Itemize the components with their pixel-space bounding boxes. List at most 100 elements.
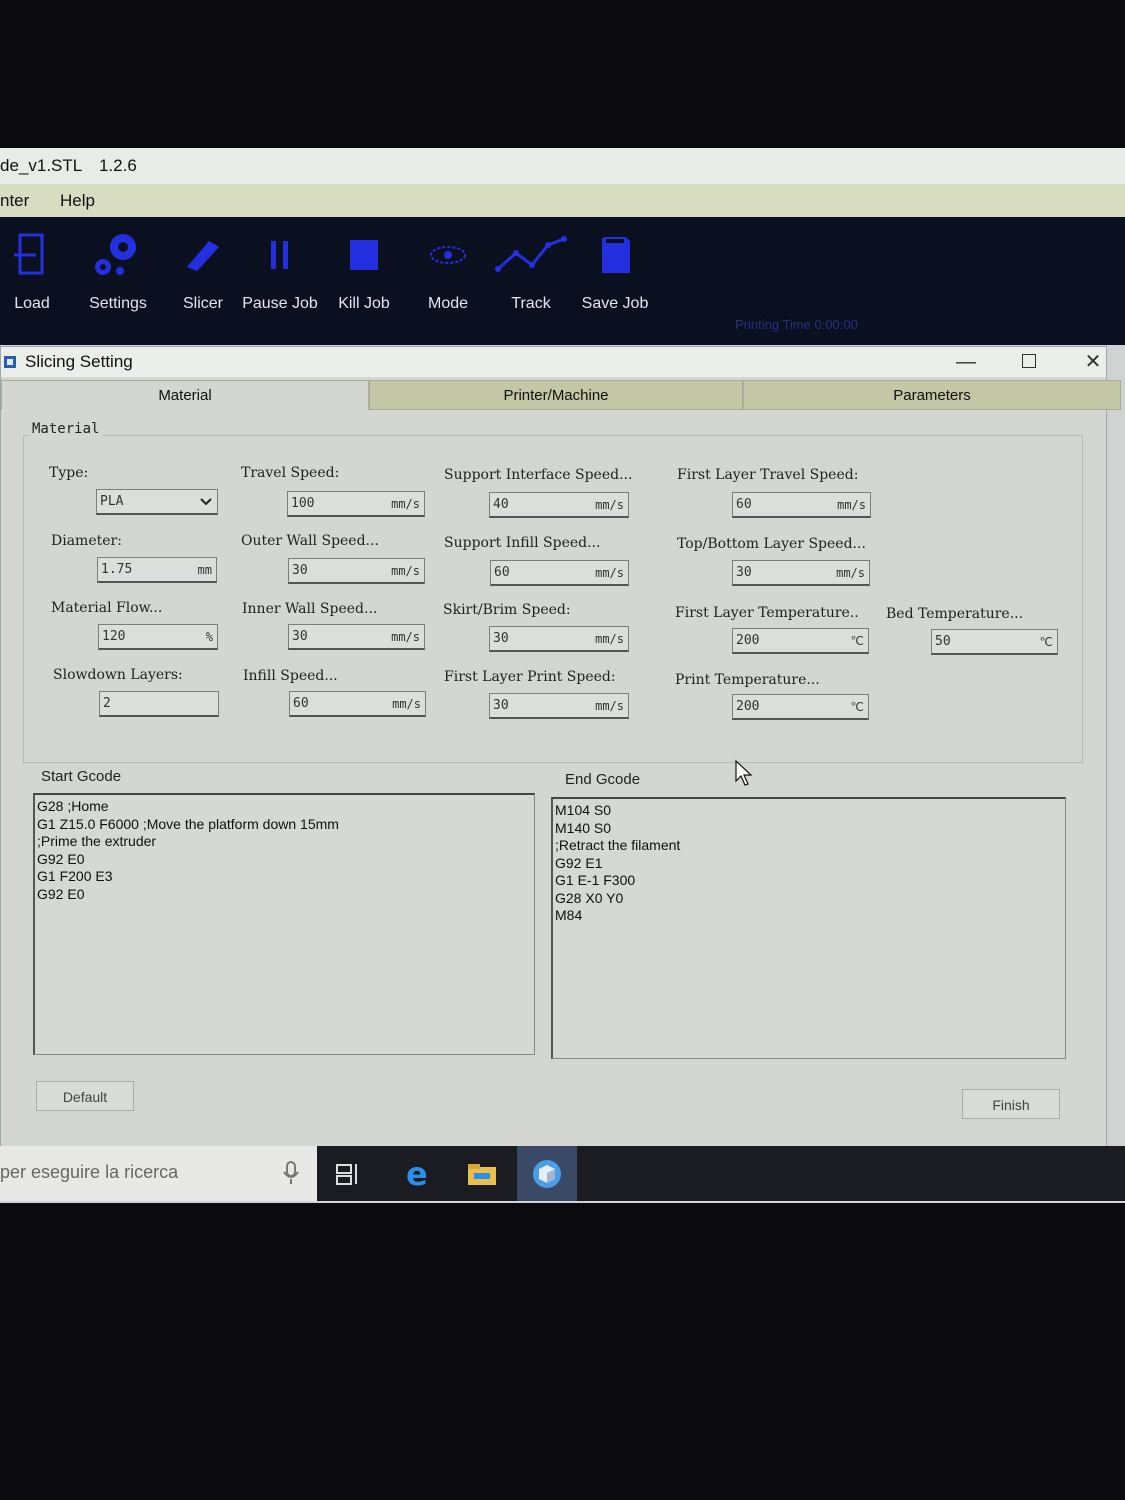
tab-printer-machine[interactable]: Printer/Machine — [369, 380, 743, 410]
maximize-button[interactable] — [1009, 347, 1049, 377]
gcode-line: ;Retract the filament — [555, 837, 681, 853]
menu-bar: nter Help — [0, 184, 1125, 217]
first-layer-travel-speed-field[interactable]: 60 mm/s — [732, 492, 871, 518]
first-layer-temperature-field[interactable]: 200 ℃ — [732, 628, 869, 654]
taskbar: per eseguire la ricerca e — [0, 1146, 1125, 1201]
top-bottom-layer-speed-field[interactable]: 30 mm/s — [732, 560, 870, 586]
end-gcode-textarea[interactable]: M104 S0 M140 S0 ;Retract the filament G92 E… — [551, 797, 1066, 1059]
end-gcode-title: End Gcode — [565, 771, 641, 788]
close-button[interactable]: ✕ — [1073, 347, 1113, 377]
save-job-button[interactable]: Save Job — [575, 229, 655, 313]
start-gcode-title: Start Gcode — [41, 768, 122, 785]
track-button[interactable]: Track — [491, 229, 571, 313]
top-bottom-layer-speed-label: Top/Bottom Layer Speed... — [677, 536, 866, 552]
slowdown-layers-label: Slowdown Layers: — [53, 667, 183, 683]
travel-speed-label: Travel Speed: — [241, 465, 340, 481]
gcode-line: G92 E1 — [555, 854, 603, 871]
outer-wall-speed-field[interactable]: 30 mm/s — [288, 558, 425, 584]
print-time-readout: Printing Time 0:00:00 — [735, 317, 858, 332]
skirt-brim-speed-field[interactable]: 30 mm/s — [489, 626, 629, 652]
tab-parameters[interactable]: Parameters — [743, 380, 1121, 410]
tab-material[interactable]: Material — [1, 380, 369, 410]
skirt-brim-speed-label: Skirt/Brim Speed: — [443, 602, 571, 618]
minimize-button[interactable]: — — [946, 347, 986, 377]
slicer-app-button[interactable] — [517, 1146, 577, 1201]
infill-speed-field[interactable]: 60 mm/s — [289, 691, 426, 717]
stop-icon — [350, 240, 378, 270]
app-cube-icon — [533, 1159, 561, 1188]
bed-temperature-field[interactable]: 50 ℃ — [931, 629, 1058, 655]
dialog-title-bar: Slicing Setting — ✕ — [1, 347, 1106, 377]
travel-speed-field[interactable]: 100 mm/s — [287, 491, 425, 517]
toolbar: Load Settings Slicer Pause Job Kill Job … — [0, 217, 1125, 345]
maximize-icon — [1022, 354, 1036, 368]
kill-job-button[interactable]: Kill Job — [324, 229, 404, 313]
diameter-field[interactable]: 1.75 mm — [97, 557, 217, 583]
app-title-bar: de_v1.STL 1.2.6 — [0, 148, 1125, 184]
outer-wall-speed-label: Outer Wall Speed... — [241, 533, 379, 549]
inner-wall-speed-field[interactable]: 30 mm/s — [288, 624, 425, 650]
mouse-cursor-icon — [735, 759, 753, 786]
gcode-line: G92 E0 — [37, 850, 85, 867]
microphone-icon[interactable] — [282, 1160, 300, 1186]
task-view-button[interactable] — [318, 1146, 378, 1201]
gears-icon — [95, 234, 136, 275]
app-version: 1.2.6 — [98, 156, 137, 175]
default-button[interactable]: Default — [36, 1081, 134, 1111]
print-temperature-field[interactable]: 200 ℃ — [732, 694, 869, 720]
gcode-line: ;Prime the extruder — [37, 833, 157, 849]
infill-speed-label: Infill Speed... — [243, 668, 338, 684]
slicer-button[interactable]: Slicer — [163, 229, 243, 313]
load-button[interactable]: Load — [0, 229, 72, 313]
menu-help[interactable]: Help — [60, 191, 95, 210]
material-flow-label: Material Flow... — [51, 600, 163, 616]
support-interface-speed-field[interactable]: 40 mm/s — [489, 492, 629, 518]
finish-button[interactable]: Finish — [962, 1089, 1060, 1119]
dialog-title: Slicing Setting — [25, 352, 133, 371]
gcode-line: M84 — [555, 907, 583, 923]
gcode-line: G1 Z15.0 F6000 ;Move the platform down 1… — [37, 815, 339, 832]
type-label: Type: — [49, 465, 89, 481]
print-temperature-label: Print Temperature... — [675, 672, 820, 688]
file-explorer-button[interactable] — [452, 1146, 512, 1201]
gcode-line: G1 F200 E3 — [37, 868, 113, 884]
start-gcode-textarea[interactable]: G28 ;Home G1 Z15.0 F6000 ;Move the platfo… — [33, 793, 535, 1055]
screen: de_v1.STL 1.2.6 nter Help Load Settings … — [0, 148, 1125, 1203]
task-view-icon — [336, 1163, 357, 1185]
slowdown-layers-field[interactable]: 2 — [99, 691, 219, 717]
gcode-line: G28 X0 Y0 — [555, 889, 624, 906]
settings-button[interactable]: Settings — [78, 229, 158, 313]
app-title: de_v1.STL — [0, 156, 83, 175]
support-interface-speed-label: Support Interface Speed... — [444, 467, 633, 483]
pause-job-button[interactable]: Pause Job — [240, 229, 320, 313]
material-flow-field[interactable]: 120 % — [98, 624, 218, 650]
gcode-line: G92 E0 — [37, 885, 85, 902]
gcode-line: M104 S0 — [555, 802, 612, 818]
taskbar-search[interactable]: per eseguire la ricerca — [0, 1146, 317, 1201]
bed-temperature-label: Bed Temperature... — [886, 606, 1024, 622]
app-icon — [4, 356, 16, 368]
chevron-down-icon — [199, 494, 213, 512]
pause-icon — [271, 241, 288, 269]
folder-icon — [468, 1163, 496, 1185]
gcode-line: M140 S0 — [555, 819, 612, 836]
first-layer-travel-speed-label: First Layer Travel Speed: — [677, 467, 859, 483]
menu-printer[interactable]: nter — [0, 191, 29, 210]
first-layer-print-speed-field[interactable]: 30 mm/s — [489, 693, 629, 719]
edge-browser-button[interactable]: e — [388, 1146, 448, 1201]
diameter-label: Diameter: — [51, 533, 122, 549]
support-infill-speed-field[interactable]: 60 mm/s — [490, 560, 629, 586]
mode-button[interactable]: Mode — [408, 229, 488, 313]
gcode-line: G28 ;Home — [37, 798, 109, 814]
first-layer-temperature-label: First Layer Temperature.. — [675, 605, 859, 621]
inner-wall-speed-label: Inner Wall Speed... — [242, 601, 378, 617]
type-select[interactable]: PLA — [96, 489, 218, 515]
slicing-setting-dialog: Slicing Setting — ✕ Material Printer/Mac… — [0, 346, 1121, 1148]
minimize-icon: — — [956, 351, 976, 373]
edge-icon: e — [406, 1158, 428, 1190]
gcode-line: G1 E-1 F300 — [555, 872, 636, 888]
sd-card-icon — [602, 237, 630, 273]
svg-text:e: e — [406, 1158, 428, 1190]
support-infill-speed-label: Support Infill Speed... — [444, 535, 601, 551]
material-group-title: Material — [29, 421, 103, 437]
